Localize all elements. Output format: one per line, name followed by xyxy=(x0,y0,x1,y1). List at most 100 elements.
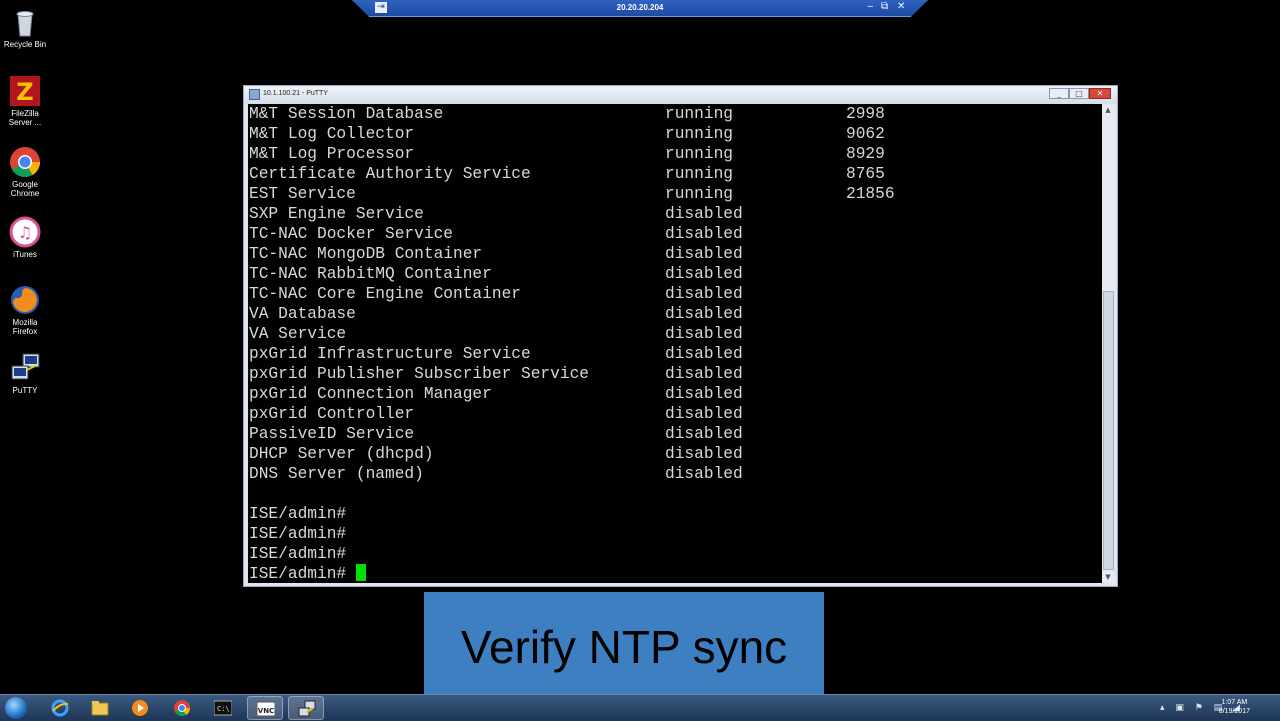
remote-session-bar: ⇥ 20.20.20.204 ‒ ⧉ ✕ xyxy=(352,0,928,17)
taskbar-cmd[interactable]: C:\ xyxy=(205,696,241,720)
chrome-icon xyxy=(9,146,41,178)
text-cursor xyxy=(355,564,366,581)
service-status: disabled xyxy=(665,225,743,243)
itunes-icon: ♫ xyxy=(9,216,41,248)
desktop-icon-recycle-bin[interactable]: Recycle Bin xyxy=(0,6,50,49)
service-status: disabled xyxy=(665,305,743,323)
prompt-line: ISE/admin# xyxy=(249,564,366,583)
desktop-icon-filezilla[interactable]: Z FileZilla Server ... xyxy=(0,75,50,127)
service-name: SXP Engine Service xyxy=(249,205,424,223)
scroll-up-icon[interactable]: ▲ xyxy=(1102,104,1114,116)
svg-text:VNC: VNC xyxy=(258,707,274,715)
remote-host-title: 20.20.20.204 xyxy=(616,3,664,12)
file-explorer-icon xyxy=(91,701,109,716)
prompt-text: ISE/admin# xyxy=(249,505,347,523)
desktop-icon-label: PuTTY xyxy=(12,386,38,395)
service-status: disabled xyxy=(665,245,743,263)
taskbar-putty[interactable] xyxy=(288,696,324,720)
caption-banner: Verify NTP sync xyxy=(424,592,824,703)
desktop-icon-firefox[interactable]: Mozilla Firefox xyxy=(0,284,50,336)
restore-icon[interactable]: ⧉ xyxy=(881,1,888,12)
caption-text: Verify NTP sync xyxy=(460,621,788,673)
service-row: VA Service disabled xyxy=(249,324,743,344)
service-row: M&T Session Database running 2998 xyxy=(249,104,885,124)
service-row: EST Service running 21856 xyxy=(249,184,895,204)
svg-text:Z: Z xyxy=(16,78,33,106)
taskbar-media-player[interactable] xyxy=(122,696,158,720)
service-row: SXP Engine Service disabled xyxy=(249,204,743,224)
desktop-icon-label: Recycle Bin xyxy=(3,40,47,49)
desktop-icon-putty[interactable]: PuTTY xyxy=(0,352,50,395)
service-row: pxGrid Controller disabled xyxy=(249,404,743,424)
service-status: disabled xyxy=(665,265,743,283)
recycle-bin-icon xyxy=(9,6,41,38)
taskbar: C:\ VNC ▴ ▣ ⚑ ▤ ◢ 1:07 AM 8/19/2017 xyxy=(0,694,1280,721)
start-button[interactable] xyxy=(5,697,27,719)
service-status: disabled xyxy=(665,405,743,423)
vnc-icon: VNC xyxy=(257,701,275,717)
prompt-text: ISE/admin# xyxy=(249,565,356,583)
prompt-line: ISE/admin# xyxy=(249,524,346,544)
putty-icon xyxy=(249,89,260,100)
desktop-icon-chrome[interactable]: Google Chrome xyxy=(0,146,50,198)
svg-text:C:\: C:\ xyxy=(217,705,230,713)
service-pid: 8929 xyxy=(846,145,885,163)
service-name: Certificate Authority Service xyxy=(249,165,531,183)
putty-icon xyxy=(9,352,41,384)
minimize-icon[interactable]: ‒ xyxy=(867,1,873,12)
terminal[interactable]: M&T Session Database running 2998 M&T Log C… xyxy=(248,104,1104,583)
service-status: disabled xyxy=(665,325,743,343)
putty-icon xyxy=(298,700,316,717)
scrollbar[interactable]: ▲ ▼ xyxy=(1102,104,1114,583)
filezilla-icon: Z xyxy=(9,75,41,107)
service-status: disabled xyxy=(665,385,743,403)
service-name: pxGrid Infrastructure Service xyxy=(249,345,531,363)
desktop-icon-itunes[interactable]: ♫ iTunes xyxy=(0,216,50,259)
minimize-button[interactable]: _ xyxy=(1049,88,1069,99)
service-name: VA Service xyxy=(249,325,347,343)
close-icon[interactable]: ✕ xyxy=(897,1,905,12)
desktop-icon-label: FileZilla Server ... xyxy=(8,109,42,127)
taskbar-file-explorer[interactable] xyxy=(82,696,118,720)
desktop-icon-label: Mozilla Firefox xyxy=(12,318,38,336)
maximize-button[interactable]: □ xyxy=(1069,88,1089,99)
service-status: running xyxy=(665,125,733,143)
service-row: DNS Server (named) disabled xyxy=(249,464,743,484)
putty-title-bar[interactable]: 10.1.100.21 - PuTTY _ □ ✕ xyxy=(244,86,1117,104)
service-row: pxGrid Publisher Subscriber Service disab… xyxy=(249,364,743,384)
service-status: running xyxy=(665,165,733,183)
taskbar-vnc[interactable]: VNC xyxy=(247,696,283,720)
scroll-down-icon[interactable]: ▼ xyxy=(1102,571,1114,583)
service-status: running xyxy=(665,105,733,123)
clock-time: 1:07 AM xyxy=(1221,699,1248,706)
svg-text:♫: ♫ xyxy=(18,223,32,242)
service-status: running xyxy=(665,145,733,163)
service-pid: 2998 xyxy=(846,105,885,123)
service-row: M&T Log Collector running 9062 xyxy=(249,124,885,144)
service-status: disabled xyxy=(665,425,743,443)
service-status: disabled xyxy=(665,345,743,363)
scrollbar-thumb[interactable] xyxy=(1103,291,1114,570)
service-status: disabled xyxy=(665,445,743,463)
service-status: running xyxy=(665,185,733,203)
prompt-line: ISE/admin# xyxy=(249,504,346,524)
service-row: DHCP Server (dhcpd) disabled xyxy=(249,444,743,464)
service-status: disabled xyxy=(665,365,743,383)
cmd-icon: C:\ xyxy=(214,700,232,716)
clock[interactable]: 1:07 AM 8/19/2017 xyxy=(1219,698,1250,716)
putty-window: 10.1.100.21 - PuTTY _ □ ✕ M&T Session Da… xyxy=(243,85,1118,587)
service-row: M&T Log Processor running 8929 xyxy=(249,144,885,164)
service-name: pxGrid Connection Manager xyxy=(249,385,492,403)
taskbar-internet-explorer[interactable] xyxy=(42,696,78,720)
service-name: VA Database xyxy=(249,305,356,323)
service-name: TC-NAC MongoDB Container xyxy=(249,245,483,263)
service-row: pxGrid Connection Manager disabled xyxy=(249,384,743,404)
prompt-text: ISE/admin# xyxy=(249,525,347,543)
service-name: TC-NAC RabbitMQ Container xyxy=(249,265,492,283)
service-status: disabled xyxy=(665,465,743,483)
service-status: disabled xyxy=(665,285,743,303)
service-name: DNS Server (named) xyxy=(249,465,424,483)
close-button[interactable]: ✕ xyxy=(1089,88,1111,99)
chrome-icon xyxy=(174,700,191,717)
taskbar-chrome[interactable] xyxy=(164,696,200,720)
